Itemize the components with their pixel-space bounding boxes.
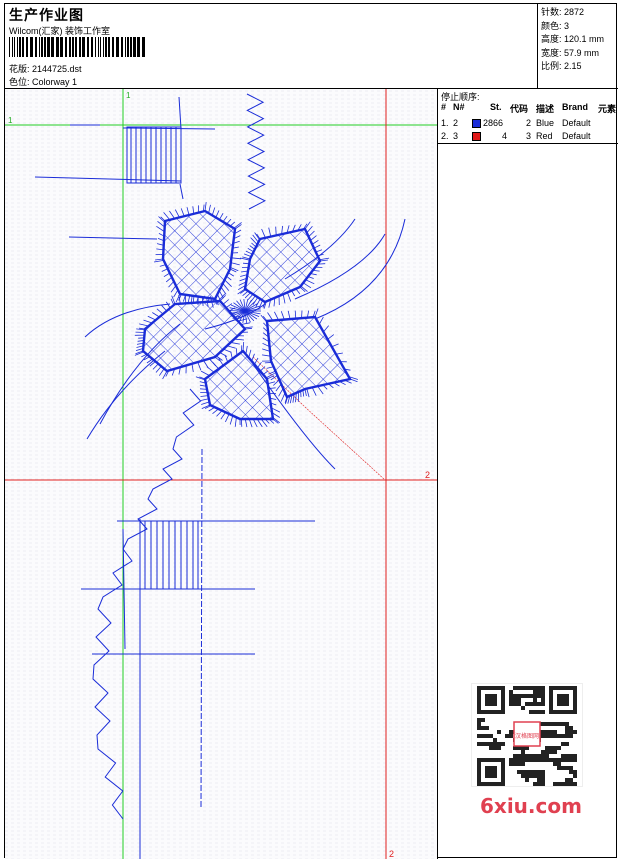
production-worksheet: 生产作业图 Wilcom(汇家) 装饰工作室 花版: 2144725.dst 色… [4,3,618,859]
stop-sequence-table: 停止顺序: # N# St. 代码 描述 Brand 元素 1. 2 2866 … [438,89,618,144]
red-guide-label-right: 2 [425,470,430,480]
watermark-text: 6xiu.com [480,794,582,818]
design-scale: 比例: 2.15 [541,61,582,71]
page-title: 生产作业图 [9,7,84,23]
colorway-label: 色位: Colorway 1 [9,77,78,87]
col-code: 代码 [510,104,529,114]
design-width: 宽度: 57.9 mm [541,47,600,58]
color-count: 颜色: 3 [541,20,570,31]
barcode-icon [9,37,145,57]
table-row: 2. 3 4 3 Red Default [441,131,591,141]
col-brand: Brand [562,102,589,112]
design-file-label: 花版: 2144725.dst [9,64,82,74]
embroidery-drawing: 1 1 2 2 [5,89,437,859]
worksheet-header: 生产作业图 Wilcom(汇家) 装饰工作室 花版: 2144725.dst 色… [5,4,538,89]
qr-code-icon: 汉格图网 [471,683,583,787]
design-height: 高度: 120.1 mm [541,34,605,44]
red-guide-label-bottom: 2 [389,849,394,859]
col-desc: 描述 [536,104,555,114]
col-stitches: St. [490,102,502,112]
green-guide-label-top: 1 [126,91,131,100]
col-element: 元素 [598,104,617,114]
thread-swatch [472,132,481,141]
stop-table-header: # N# St. 代码 描述 Brand 元素 [438,102,618,114]
stitch-count: 针数: 2872 [541,7,585,17]
green-guide-label-left: 1 [8,116,13,125]
embroidery-preview: 1 1 2 2 [5,89,438,859]
company-name: Wilcom(汇家) 装饰工作室 [9,26,110,36]
qr-badge-text: 汉格图网 [515,732,539,740]
col-needle: N# [453,102,465,112]
table-row: 1. 2 2866 2 Blue Default [441,118,591,128]
design-stats: 针数: 2872 颜色: 3 高度: 120.1 mm 宽度: 57.9 mm … [538,4,618,89]
col-index: # [441,102,447,112]
thread-swatch [472,119,481,128]
